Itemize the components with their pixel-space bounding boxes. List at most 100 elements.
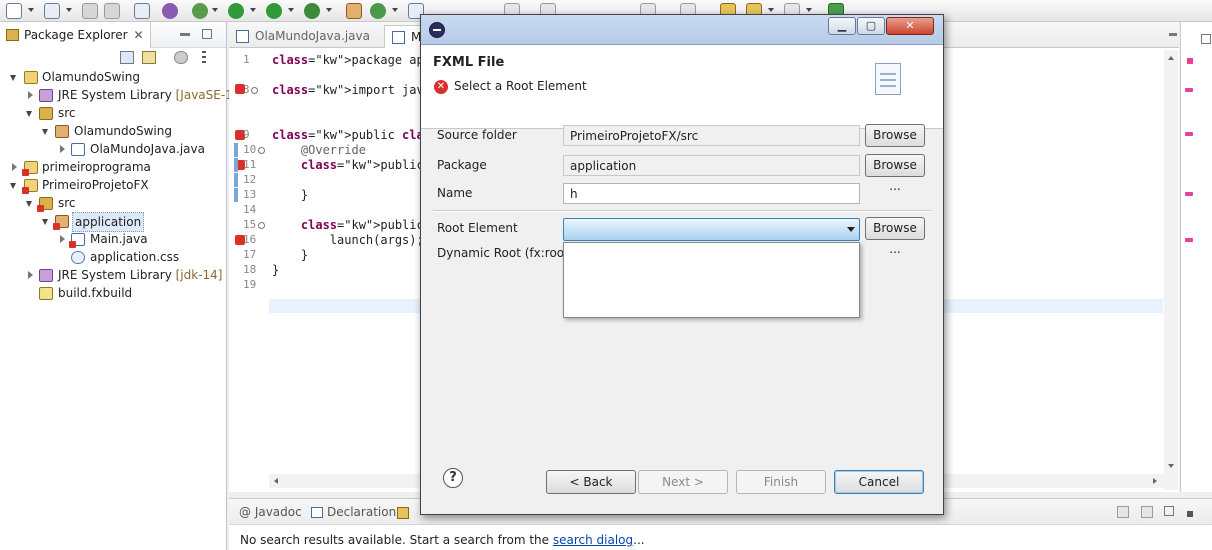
new-project-icon[interactable] [44, 3, 60, 19]
cancel-button[interactable]: Cancel [834, 470, 924, 494]
overview-marker[interactable] [1185, 192, 1193, 196]
tree-item[interactable]: OlamundoSwing [0, 68, 226, 86]
maximize-icon[interactable] [202, 29, 212, 39]
run-dropdown-arrow[interactable] [250, 8, 256, 12]
tree-item[interactable]: OlamundoSwing [0, 122, 226, 140]
tree-item-label: OlamundoSwing [42, 70, 140, 84]
new-project-dropdown-arrow[interactable] [66, 8, 72, 12]
expand-arrow-icon[interactable] [10, 183, 16, 189]
expand-arrow-icon[interactable] [42, 219, 48, 225]
minimize-icon[interactable] [1169, 33, 1177, 36]
tree-item-label: OlaMundoJava.java [90, 142, 205, 156]
pin-view-icon[interactable] [1117, 506, 1129, 518]
browse-package-button[interactable]: Browse ... [865, 154, 925, 193]
expand-arrow-icon[interactable] [42, 129, 48, 135]
forward-dropdown-arrow[interactable] [806, 8, 812, 12]
tree-item[interactable]: src [0, 194, 226, 212]
minimize-window-button[interactable]: ▁ [828, 17, 856, 35]
link-icon[interactable] [162, 3, 178, 19]
external-tools-dropdown-arrow[interactable] [326, 8, 332, 12]
scroll-left-arrow-icon[interactable] [274, 478, 278, 484]
collapse-arrow-icon[interactable] [12, 163, 17, 171]
tree-item[interactable]: Main.java [0, 230, 226, 248]
collapse-arrow-icon[interactable] [28, 271, 33, 279]
view-menu-icon[interactable] [202, 51, 206, 64]
help-icon[interactable]: ? [443, 468, 463, 488]
debug-dropdown-arrow[interactable] [212, 8, 218, 12]
collapse-arrow-icon[interactable] [60, 145, 65, 153]
name-field[interactable]: h [563, 183, 860, 204]
root-element-dropdown[interactable] [563, 218, 860, 241]
package-field[interactable]: application [563, 155, 860, 176]
fold-minus-icon[interactable] [258, 222, 265, 229]
focus-icon[interactable] [174, 51, 188, 64]
run-icon[interactable] [228, 3, 244, 19]
collapse-arrow-icon[interactable] [60, 235, 65, 243]
editor-tab-olamundojava[interactable]: OlaMundoJava.java [229, 25, 378, 48]
overview-marker[interactable] [1185, 132, 1193, 136]
tree-item[interactable]: JRE System Library [JavaSE-1.8] [0, 86, 249, 104]
new-icon[interactable] [6, 3, 22, 19]
fold-minus-icon[interactable] [258, 147, 265, 154]
debug-icon[interactable] [192, 3, 208, 19]
close-tab-icon[interactable]: ✕ [134, 28, 144, 42]
tree-item[interactable]: OlaMundoJava.java [0, 140, 226, 158]
search-tab-icon[interactable] [397, 507, 409, 519]
save-icon[interactable] [82, 3, 98, 19]
expand-arrow-icon[interactable] [26, 201, 32, 207]
collapse-all-icon[interactable] [120, 51, 134, 64]
scroll-down-arrow-icon[interactable] [1168, 464, 1174, 468]
search-dialog-link[interactable]: search dialog [553, 533, 633, 547]
back-button[interactable]: < Back [546, 470, 636, 494]
editor-vertical-scrollbar[interactable] [1164, 50, 1178, 490]
new-class-dropdown-arrow[interactable] [392, 8, 398, 12]
tab-declaration[interactable]: Declaration [327, 505, 396, 519]
browse-source-folder-button[interactable]: Browse ... [865, 124, 925, 163]
coverage-dropdown-arrow[interactable] [288, 8, 294, 12]
tree-item[interactable]: primeiroprograma [0, 158, 226, 176]
root-element-dropdown-list[interactable] [563, 242, 860, 318]
minimize-icon[interactable] [180, 33, 190, 36]
new-java-package-icon[interactable] [346, 3, 362, 19]
close-window-button[interactable]: ✕ [886, 17, 934, 35]
tree-item[interactable]: src [0, 104, 226, 122]
external-tools-icon[interactable] [304, 3, 320, 19]
search-menu-icon[interactable] [1141, 506, 1153, 518]
maximize-window-button[interactable]: ▢ [857, 17, 885, 35]
chevron-down-icon[interactable] [847, 227, 855, 232]
tab-javadoc[interactable]: @ Javadoc [239, 505, 302, 519]
new-dropdown-arrow[interactable] [28, 8, 34, 12]
collapse-arrow-icon[interactable] [28, 91, 33, 99]
dialog-title-bar[interactable]: ▁ ▢ ✕ [421, 15, 943, 45]
overview-marker[interactable] [1185, 238, 1193, 242]
maximize-icon[interactable] [1201, 34, 1211, 44]
back-dropdown-arrow[interactable] [768, 8, 774, 12]
scroll-up-arrow-icon[interactable] [1168, 56, 1174, 60]
finish-button[interactable]: Finish [736, 470, 826, 494]
package-icon [55, 125, 69, 138]
code-line: launch(args); [272, 233, 424, 247]
maximize-icon[interactable] [1187, 511, 1193, 517]
java-file-icon [71, 143, 85, 156]
tree-item[interactable]: application [0, 212, 226, 232]
browse-root-element-button[interactable]: Browse ... [865, 217, 925, 256]
fold-plus-icon[interactable] [251, 87, 258, 94]
source-folder-field[interactable]: PrimeiroProjetoFX/src [563, 125, 860, 146]
save-all-icon[interactable] [104, 3, 120, 19]
view-menu-icon[interactable] [1164, 506, 1174, 516]
tree-item[interactable]: application.css [0, 248, 226, 266]
tree-item[interactable]: PrimeiroProjetoFX [0, 176, 226, 194]
scroll-right-arrow-icon[interactable] [1153, 478, 1157, 484]
skip-breakpoints-icon[interactable] [134, 3, 150, 19]
run-coverage-icon[interactable] [266, 3, 282, 19]
tree-item[interactable]: build.fxbuild [0, 284, 226, 302]
link-with-editor-icon[interactable] [142, 51, 156, 64]
tree-item[interactable]: JRE System Library [jdk-14] [0, 266, 226, 284]
expand-arrow-icon[interactable] [26, 111, 32, 117]
package-explorer-tab[interactable]: Package Explorer ✕ [0, 22, 151, 48]
overview-marker[interactable] [1185, 88, 1193, 92]
next-button[interactable]: Next > [638, 470, 728, 494]
error-overview-marker[interactable] [1187, 58, 1193, 64]
expand-arrow-icon[interactable] [10, 75, 16, 81]
new-java-class-icon[interactable] [370, 3, 386, 19]
